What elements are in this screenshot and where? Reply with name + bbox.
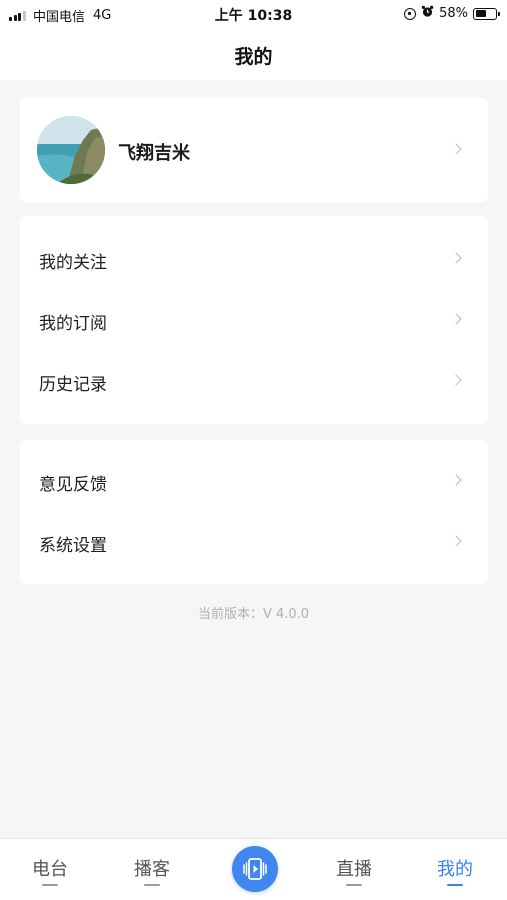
menu-item-label: 我的关注 bbox=[39, 253, 107, 273]
menu-item-following[interactable]: 我的关注 bbox=[20, 228, 488, 289]
profile-card[interactable]: 飞翔吉米 bbox=[20, 98, 488, 202]
menu-item-history[interactable]: 历史记录 bbox=[20, 350, 488, 411]
tab-label: 我的 bbox=[437, 859, 473, 880]
menu-item-label: 意见反馈 bbox=[39, 475, 107, 495]
menu-item-settings[interactable]: 系统设置 bbox=[20, 511, 488, 572]
tab-label: 电台 bbox=[32, 859, 68, 880]
chevron-right-icon bbox=[450, 143, 462, 155]
tab-indicator bbox=[346, 884, 362, 886]
nav-header: 我的 bbox=[0, 28, 507, 80]
menu-group-2: 意见反馈 系统设置 bbox=[20, 440, 488, 584]
tab-radio[interactable]: 电台 bbox=[10, 839, 90, 900]
menu-item-feedback[interactable]: 意见反馈 bbox=[20, 450, 488, 511]
tab-podcast[interactable]: 播客 bbox=[112, 839, 192, 900]
username: 飞翔吉米 bbox=[118, 143, 190, 164]
video-play-icon bbox=[243, 858, 267, 880]
rotation-lock-icon bbox=[404, 7, 417, 20]
menu-item-subscriptions[interactable]: 我的订阅 bbox=[20, 289, 488, 350]
alarm-icon bbox=[421, 5, 434, 22]
avatar bbox=[37, 116, 105, 184]
tab-indicator bbox=[447, 884, 463, 886]
center-play-button[interactable] bbox=[232, 846, 278, 892]
tab-mine[interactable]: 我的 bbox=[415, 839, 495, 900]
tab-label: 直播 bbox=[336, 859, 372, 880]
chevron-right-icon bbox=[450, 535, 462, 547]
menu-item-label: 系统设置 bbox=[39, 536, 107, 556]
menu-item-label: 我的订阅 bbox=[39, 314, 107, 334]
version-text: 当前版本：V 4.0.0 bbox=[197, 607, 310, 622]
tab-indicator bbox=[144, 884, 160, 886]
tab-live[interactable]: 直播 bbox=[314, 839, 394, 900]
battery-icon bbox=[473, 7, 500, 20]
menu-group-1: 我的关注 我的订阅 历史记录 bbox=[20, 216, 488, 424]
battery-percent: 58% bbox=[439, 6, 468, 21]
menu-item-label: 历史记录 bbox=[39, 375, 107, 395]
chevron-right-icon bbox=[450, 474, 462, 486]
chevron-right-icon bbox=[450, 313, 462, 325]
chevron-right-icon bbox=[450, 374, 462, 386]
page-title: 我的 bbox=[234, 46, 273, 68]
chevron-right-icon bbox=[450, 252, 462, 264]
tab-label: 播客 bbox=[134, 859, 170, 880]
status-bar: 中国电信 4G 上午 10:38 58% bbox=[0, 0, 507, 28]
tab-indicator bbox=[42, 884, 58, 886]
